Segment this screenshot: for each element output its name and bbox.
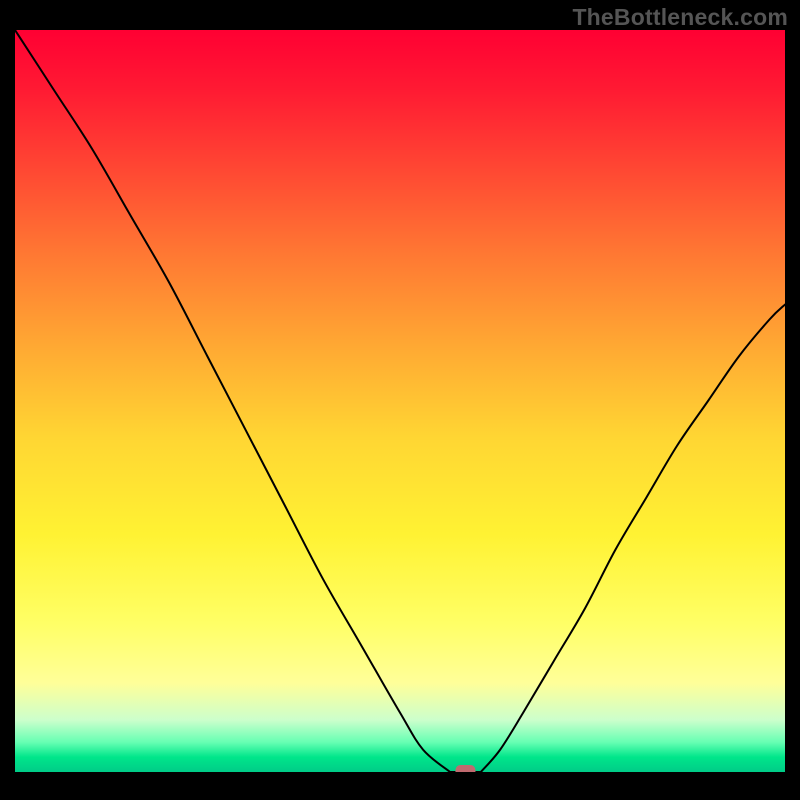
- curve-right-branch: [481, 305, 785, 772]
- chart-frame: TheBottleneck.com: [0, 0, 800, 800]
- plot-area: [15, 30, 785, 772]
- watermark-text: TheBottleneck.com: [572, 4, 788, 31]
- curve-left-branch: [15, 30, 450, 772]
- chart-svg: [15, 30, 785, 772]
- minimum-marker: [455, 765, 475, 772]
